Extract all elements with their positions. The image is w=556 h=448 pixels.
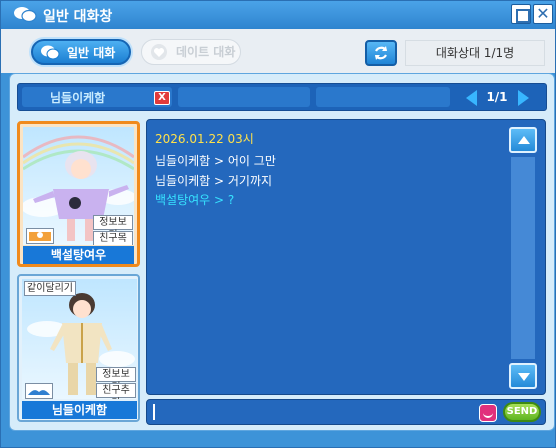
chat-bubbles-icon [14, 7, 37, 23]
tab-date-chat[interactable]: 데이트 대화 [141, 39, 241, 65]
chat-log: 2026.01.22 03시 님들이케함 > 어이 그만 님들이케함 > 거기까… [146, 119, 546, 395]
view-info-button[interactable]: 정보보기 [93, 215, 133, 241]
chat-tab-empty[interactable] [316, 87, 450, 107]
chat-tabs-bar: 님들이케함 X 1/1 [17, 83, 547, 111]
chat-input[interactable] [151, 403, 473, 421]
chat-window: 일반 대화창 ✕ 일반 대화 데이트 대화 대화상대 1/1명 님들이케함 X … [0, 0, 556, 448]
chat-message: 님들이케함 > 거기까지 [155, 172, 272, 189]
view-info-button[interactable]: 정보보기 [96, 367, 136, 393]
refresh-icon [375, 46, 387, 60]
chat-message: 님들이케함 > 어이 그만 [155, 152, 276, 169]
tab-date-label: 데이트 대화 [176, 45, 236, 59]
toolbar: 일반 대화 데이트 대화 대화상대 1/1명 [1, 29, 555, 73]
chat-tab-empty[interactable] [178, 87, 310, 107]
run-together-tag: 같이달리기 [24, 281, 76, 296]
chat-tab-label: 님들이케함 [50, 91, 106, 105]
close-icon: ✕ [536, 4, 550, 23]
partner-status: 대화상대 1/1명 [405, 40, 545, 66]
chat-timestamp: 2026.01.22 03시 [155, 130, 254, 147]
page-indicator: 1/1 [486, 90, 508, 104]
prev-page-icon[interactable] [466, 90, 477, 106]
chat-line-text: 2026.01.22 03시 [155, 132, 254, 146]
chat-bubbles-icon [41, 45, 60, 60]
scroll-up-button[interactable] [509, 127, 537, 153]
chat-scrollbar[interactable] [509, 127, 537, 389]
chat-tab-partner[interactable]: 님들이케함 X [22, 87, 172, 107]
guild-emblem-icon [29, 232, 51, 241]
chat-line-text: 님들이케함 > 거기까지 [155, 174, 273, 188]
text-caret [153, 404, 155, 420]
window-title: 일반 대화창 [43, 9, 113, 25]
close-button[interactable]: ✕ [533, 4, 553, 24]
send-button[interactable]: SEND [503, 402, 541, 422]
close-tab-button[interactable]: X [154, 91, 170, 105]
wave-emblem-icon [28, 390, 50, 395]
character-portrait: 정보보기 친구목록 [23, 127, 134, 245]
chat-line-text: 백설탕여우 > ? [155, 193, 235, 207]
chat-input-bar: SEND [146, 399, 546, 425]
scroll-down-button[interactable] [509, 363, 537, 389]
tab-general-chat[interactable]: 일반 대화 [31, 39, 131, 65]
partner-character-card[interactable]: 같이달리기 정보보기 친구추가 님들이케함 [17, 274, 140, 422]
arrow-up-icon [518, 136, 530, 144]
next-page-icon[interactable] [518, 90, 529, 106]
chat-message-own: 백설탕여우 > ? [155, 191, 234, 208]
scroll-track[interactable] [511, 157, 535, 359]
guild-badge [26, 228, 54, 244]
character-portrait: 같이달리기 정보보기 친구추가 [22, 279, 137, 399]
heart-icon [151, 44, 167, 60]
arrow-down-icon [518, 373, 530, 381]
chat-line-text: 님들이케함 > 어이 그만 [155, 154, 276, 168]
partner-character-name: 님들이케함 [22, 401, 137, 419]
tab-general-label: 일반 대화 [67, 46, 116, 60]
my-character-card[interactable]: 정보보기 친구목록 백설탕여우 [17, 121, 140, 267]
refresh-button[interactable] [365, 40, 397, 66]
friend-list-button[interactable]: 친구목록 [93, 231, 133, 245]
emoji-button[interactable] [479, 404, 497, 422]
guild-badge [25, 383, 53, 399]
maximize-button[interactable] [511, 4, 531, 24]
title-bar[interactable]: 일반 대화창 ✕ [1, 1, 555, 29]
my-character-name: 백설탕여우 [23, 246, 134, 264]
add-friend-button[interactable]: 친구추가 [96, 383, 136, 399]
